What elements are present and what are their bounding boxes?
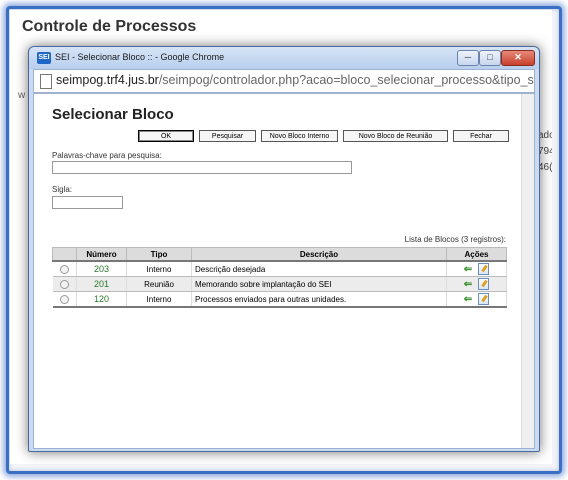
url-path: /seimpog/controlador.php?acao=bloco_sele… (158, 73, 534, 87)
row-actions: ⇐ (446, 261, 507, 277)
column-header-acoes: Ações (446, 247, 507, 262)
include-in-block-icon[interactable]: ⇐ (464, 279, 472, 290)
row-tipo: Reunião (126, 276, 192, 292)
novo-bloco-reuniao-button[interactable]: Novo Bloco de Reunião (343, 130, 448, 142)
background-right-column: ados 794 46( (538, 128, 552, 176)
table-header-row: Número Tipo Descrição Ações (52, 247, 507, 262)
url-text[interactable]: seimpog.trf4.jus.br/seimpog/controlador.… (56, 73, 534, 87)
palavras-chave-input[interactable] (52, 161, 352, 174)
blocos-table: Número Tipo Descrição Ações 203 Interno … (52, 247, 507, 308)
fechar-button[interactable]: Fechar (453, 130, 509, 142)
close-window-button[interactable]: ✕ (501, 50, 535, 66)
sei-app-icon: SEI (37, 52, 51, 64)
row-descricao: Memorando sobre implantação do SEI (191, 276, 447, 292)
palavras-chave-label: Palavras-chave para pesquisa: (52, 151, 162, 160)
row-actions: ⇐ (446, 291, 507, 308)
table-caption: Lista de Blocos (3 registros): (404, 235, 506, 244)
row-tipo: Interno (126, 291, 192, 308)
row-descricao: Descrição desejada (191, 261, 447, 277)
minimize-button[interactable]: ─ (457, 50, 479, 66)
table-row[interactable]: 201 Reunião Memorando sobre implantação … (52, 276, 507, 292)
background-right-fragment: 46( (538, 162, 552, 173)
row-select-radio[interactable] (59, 264, 69, 274)
ok-button[interactable]: OK (138, 130, 194, 142)
background-page-title: Controle de Processos (22, 18, 197, 35)
chrome-popup-window: SEI SEI - Selecionar Bloco :: - Google C… (28, 46, 540, 452)
row-select-radio[interactable] (59, 279, 69, 289)
pesquisar-button[interactable]: Pesquisar (199, 130, 256, 142)
include-in-block-icon[interactable]: ⇐ (464, 294, 472, 305)
table-row[interactable]: 120 Interno Processos enviados para outr… (52, 291, 507, 308)
edit-block-icon[interactable] (478, 278, 490, 290)
row-numero: 203 (76, 261, 127, 277)
row-tipo: Interno (126, 261, 192, 277)
column-header-descricao: Descrição (191, 247, 447, 262)
background-right-fragment: ados (538, 130, 552, 141)
background-sidebar-fragment: w (18, 90, 26, 101)
background-right-fragment: 794 (538, 146, 552, 157)
address-bar[interactable]: seimpog.trf4.jus.br/seimpog/controlador.… (33, 69, 535, 93)
maximize-button[interactable]: □ (479, 50, 501, 66)
page-content: Selecionar Bloco OK Pesquisar Novo Bloco… (33, 93, 535, 449)
page-title: Selecionar Bloco (52, 106, 174, 123)
sigla-input[interactable] (52, 196, 123, 209)
column-header-tipo: Tipo (126, 247, 192, 262)
window-titlebar[interactable]: SEI SEI - Selecionar Bloco :: - Google C… (29, 47, 539, 69)
edit-block-icon[interactable] (478, 293, 490, 305)
novo-bloco-interno-button[interactable]: Novo Bloco Interno (261, 130, 338, 142)
row-actions: ⇐ (446, 276, 507, 292)
window-title: SEI - Selecionar Bloco :: - Google Chrom… (55, 52, 225, 62)
edit-block-icon[interactable] (478, 263, 490, 275)
sigla-label: Sigla: (52, 185, 73, 194)
page-icon (40, 74, 52, 89)
column-header-select (52, 247, 77, 262)
row-select-radio[interactable] (59, 294, 69, 304)
include-in-block-icon[interactable]: ⇐ (464, 264, 472, 275)
column-header-numero: Número (76, 247, 127, 262)
table-row[interactable]: 203 Interno Descrição desejada ⇐ (52, 261, 507, 277)
row-numero: 120 (76, 291, 127, 308)
url-host: seimpog.trf4.jus.br (56, 73, 159, 87)
vertical-scrollbar[interactable] (521, 94, 534, 448)
row-descricao: Processos enviados para outras unidades. (191, 291, 447, 308)
row-numero: 201 (76, 276, 127, 292)
